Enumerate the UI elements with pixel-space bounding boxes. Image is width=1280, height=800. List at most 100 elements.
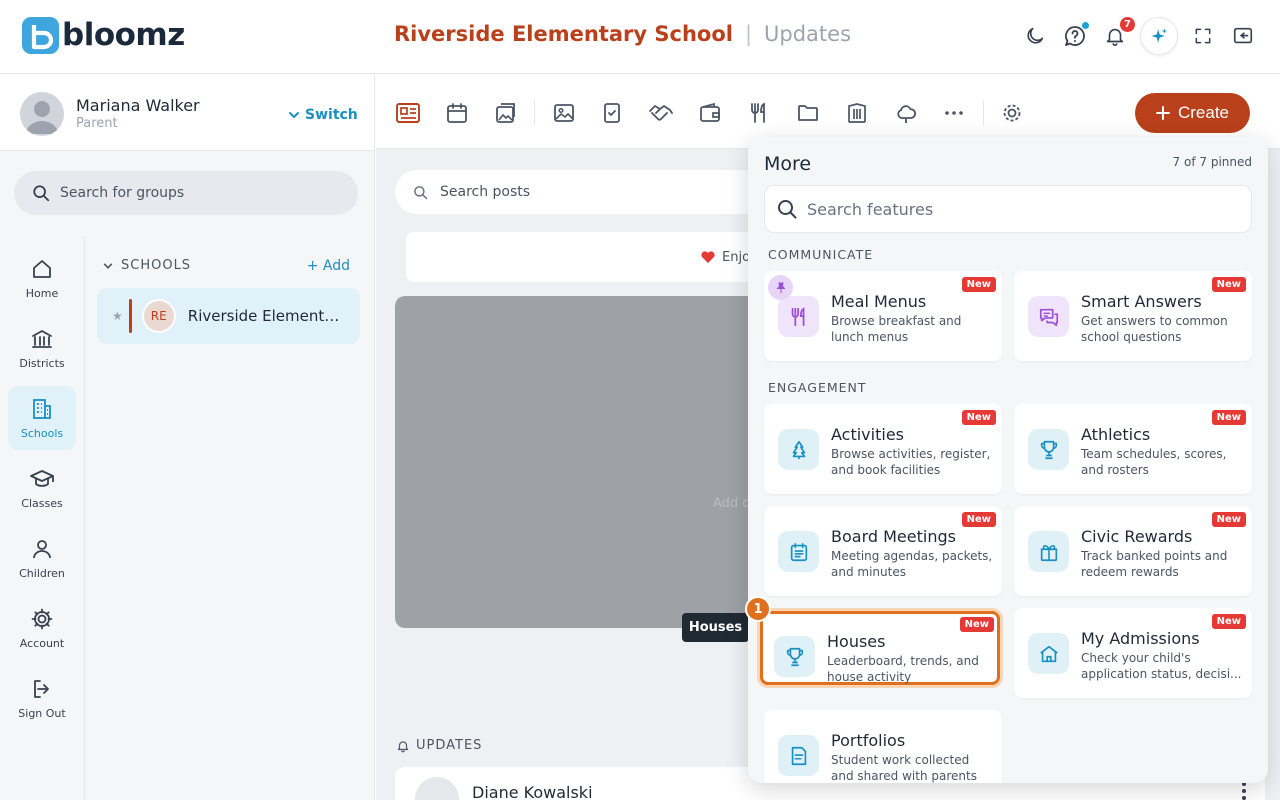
post-author: Diane Kowalski: [472, 783, 593, 800]
post-menu-button[interactable]: [1241, 781, 1247, 800]
promo-text: Enjo: [722, 249, 751, 265]
tool-albums[interactable]: [490, 98, 520, 128]
bloomz-logo[interactable]: bloomz: [22, 17, 185, 54]
group-search-placeholder: Search for groups: [60, 185, 185, 201]
feature-search-input[interactable]: Search features: [764, 185, 1252, 233]
gift-icon: [1040, 544, 1057, 561]
tool-wallet[interactable]: [695, 98, 725, 128]
profile-header: Mariana Walker Parent Switch: [0, 74, 375, 151]
feature-smart-answers[interactable]: Smart Answers Get answers to common scho…: [1014, 271, 1252, 361]
nav-account[interactable]: Account: [8, 596, 76, 660]
fullscreen-button[interactable]: [1188, 16, 1218, 56]
feature-portfolios[interactable]: Portfolios Student work collected and sh…: [764, 710, 1002, 783]
tool-more[interactable]: [939, 98, 969, 128]
feature-title: Smart Answers: [1081, 292, 1202, 311]
tool-settings[interactable]: [997, 98, 1027, 128]
nav-home-label: Home: [25, 286, 59, 300]
dark-mode-button[interactable]: [1020, 16, 1050, 56]
new-badge: New: [1211, 512, 1246, 527]
bell-icon: [397, 740, 409, 752]
help-button[interactable]: [1060, 16, 1090, 56]
page-title: Riverside Elementary School | Updates: [394, 22, 851, 46]
graduation-cap-icon: [30, 469, 54, 487]
create-label: Create: [1177, 103, 1230, 122]
chat-bubbles-icon: [1039, 308, 1058, 326]
tool-signups[interactable]: [597, 98, 627, 128]
switch-label: Switch: [305, 107, 358, 123]
switch-account-button[interactable]: Switch: [288, 107, 358, 123]
media-placeholder-card[interactable]: Add c: [395, 296, 775, 628]
avatar[interactable]: [20, 92, 64, 136]
schools-section-header[interactable]: SCHOOLS + Add: [103, 258, 363, 274]
search-icon: [33, 185, 50, 202]
nav-account-label: Account: [19, 636, 65, 650]
nav-classes[interactable]: Classes: [8, 456, 76, 520]
nav-schools-label: Schools: [20, 426, 64, 440]
agenda-icon: [790, 542, 807, 561]
feature-board-meetings[interactable]: Board Meetings Meeting agendas, packets,…: [764, 506, 1002, 596]
ai-assistant-button[interactable]: [1140, 17, 1178, 55]
feature-desc: Track banked points and redeem rewards: [1081, 549, 1228, 579]
feature-houses[interactable]: Houses Leaderboard, trends, and house ac…: [760, 611, 1000, 685]
feature-athletics[interactable]: Athletics Team schedules, scores, and ro…: [1014, 404, 1252, 494]
nav-home[interactable]: Home: [8, 246, 76, 310]
tool-updates[interactable]: [393, 98, 423, 128]
panel-back-icon: [1233, 27, 1253, 44]
school-list-item[interactable]: ★ RE Riverside Elementary School: [97, 288, 360, 344]
new-badge: New: [961, 410, 996, 425]
activities-icon-tile: [778, 429, 819, 470]
houses-icon-tile: [774, 636, 815, 677]
feature-activities[interactable]: Activities Browse activities, register, …: [764, 404, 1002, 494]
school-avatar: RE: [141, 299, 176, 333]
nav-schools[interactable]: Schools: [8, 386, 76, 450]
trophy-icon: [786, 647, 803, 666]
school-building-icon: [33, 398, 51, 419]
updates-section-header: UPDATES: [396, 738, 482, 753]
building-columns-icon: [32, 329, 52, 348]
feature-my-admissions[interactable]: My Admissions Check your child's applica…: [1014, 608, 1252, 698]
folder-icon: [798, 105, 818, 121]
tool-files[interactable]: [793, 98, 823, 128]
calendar-icon: [447, 103, 467, 123]
feature-meal-menus[interactable]: Meal Menus Browse breakfast and lunch me…: [764, 271, 1002, 361]
tool-meal-menus[interactable]: [744, 98, 774, 128]
feature-desc: Check your child's application status, d…: [1081, 651, 1242, 681]
school-house-icon: [1039, 645, 1058, 662]
media-hint-text: Add c: [713, 496, 750, 511]
star-icon[interactable]: ★: [112, 309, 123, 323]
feature-civic-rewards[interactable]: Civic Rewards Track banked points and re…: [1014, 506, 1252, 596]
my-admissions-icon-tile: [1028, 633, 1069, 674]
new-badge: New: [959, 617, 994, 632]
user-role: Parent: [76, 116, 118, 131]
tool-calendar[interactable]: [442, 98, 472, 128]
title-separator: |: [744, 22, 753, 46]
chevron-down-icon: [103, 263, 113, 269]
toolbar-divider: [983, 100, 984, 126]
nav-districts[interactable]: Districts: [8, 316, 76, 380]
promo-banner[interactable]: Enjo: [406, 232, 776, 282]
collapse-panel-button[interactable]: [1228, 16, 1258, 56]
create-button[interactable]: Create: [1135, 93, 1250, 133]
feature-title: Meal Menus: [831, 292, 927, 311]
notifications-button[interactable]: 7: [1100, 16, 1136, 56]
updates-label: UPDATES: [416, 738, 483, 753]
more-horizontal-icon: [945, 111, 963, 115]
sign-out-icon: [34, 679, 49, 698]
heart-icon: [701, 251, 715, 263]
nav-districts-label: Districts: [19, 356, 65, 370]
tool-activities[interactable]: [891, 98, 921, 128]
nav-sign-out[interactable]: Sign Out: [8, 666, 76, 730]
section-communicate: COMMUNICATE: [768, 247, 874, 262]
tool-volunteer[interactable]: [646, 98, 676, 128]
tool-photos[interactable]: [549, 98, 579, 128]
post-search-input[interactable]: Search posts: [395, 170, 775, 214]
group-search-input[interactable]: Search for groups: [14, 171, 358, 215]
left-panel: Search for groups Home Districts Schools…: [0, 151, 375, 800]
gear-icon: [31, 608, 53, 629]
add-school-button[interactable]: + Add: [307, 258, 350, 274]
step-number-badge: 1: [745, 596, 771, 622]
feature-desc: Get answers to common school questions: [1081, 314, 1228, 344]
nav-children[interactable]: Children: [8, 526, 76, 590]
tool-board-meetings[interactable]: [842, 98, 872, 128]
pin-icon[interactable]: [768, 275, 793, 300]
